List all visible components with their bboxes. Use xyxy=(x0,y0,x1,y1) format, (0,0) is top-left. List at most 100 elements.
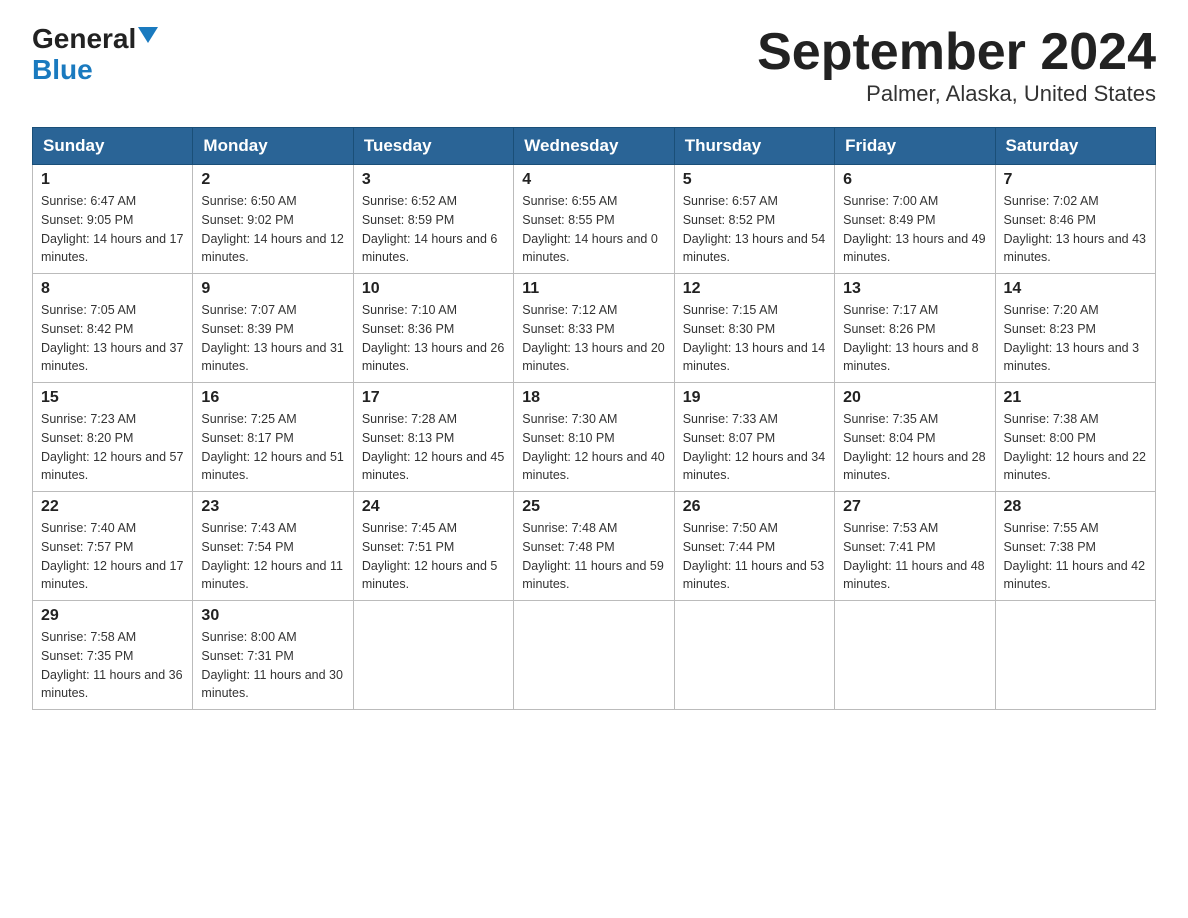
day-number: 24 xyxy=(362,498,505,516)
day-number: 3 xyxy=(362,171,505,189)
day-number: 20 xyxy=(843,389,986,407)
day-cell: 29 Sunrise: 7:58 AMSunset: 7:35 PMDayligh… xyxy=(33,601,193,710)
day-info: Sunrise: 7:38 AMSunset: 8:00 PMDaylight:… xyxy=(1004,410,1147,485)
day-info: Sunrise: 7:10 AMSunset: 8:36 PMDaylight:… xyxy=(362,301,505,376)
week-row-1: 1 Sunrise: 6:47 AMSunset: 9:05 PMDaylight… xyxy=(33,165,1156,274)
day-info: Sunrise: 7:35 AMSunset: 8:04 PMDaylight:… xyxy=(843,410,986,485)
title-area: September 2024 Palmer, Alaska, United St… xyxy=(757,24,1156,107)
day-info: Sunrise: 7:00 AMSunset: 8:49 PMDaylight:… xyxy=(843,192,986,267)
day-number: 15 xyxy=(41,389,184,407)
day-number: 22 xyxy=(41,498,184,516)
day-number: 19 xyxy=(683,389,826,407)
day-info: Sunrise: 7:28 AMSunset: 8:13 PMDaylight:… xyxy=(362,410,505,485)
day-cell xyxy=(514,601,674,710)
day-number: 1 xyxy=(41,171,184,189)
day-number: 23 xyxy=(201,498,344,516)
day-cell xyxy=(353,601,513,710)
calendar-table: SundayMondayTuesdayWednesdayThursdayFrid… xyxy=(32,127,1156,710)
day-cell: 9 Sunrise: 7:07 AMSunset: 8:39 PMDaylight… xyxy=(193,274,353,383)
day-cell: 25 Sunrise: 7:48 AMSunset: 7:48 PMDayligh… xyxy=(514,492,674,601)
day-cell xyxy=(995,601,1155,710)
day-number: 14 xyxy=(1004,280,1147,298)
day-number: 13 xyxy=(843,280,986,298)
day-number: 5 xyxy=(683,171,826,189)
day-cell: 30 Sunrise: 8:00 AMSunset: 7:31 PMDayligh… xyxy=(193,601,353,710)
day-number: 29 xyxy=(41,607,184,625)
day-info: Sunrise: 7:48 AMSunset: 7:48 PMDaylight:… xyxy=(522,519,665,594)
calendar-title: September 2024 xyxy=(757,24,1156,81)
day-cell: 26 Sunrise: 7:50 AMSunset: 7:44 PMDayligh… xyxy=(674,492,834,601)
day-info: Sunrise: 7:53 AMSunset: 7:41 PMDaylight:… xyxy=(843,519,986,594)
day-cell: 7Sunrise: 7:02 AMSunset: 8:46 PMDaylight… xyxy=(995,165,1155,274)
day-cell: 11 Sunrise: 7:12 AMSunset: 8:33 PMDayligh… xyxy=(514,274,674,383)
day-info: Sunrise: 7:43 AMSunset: 7:54 PMDaylight:… xyxy=(201,519,344,594)
day-info: Sunrise: 7:05 AMSunset: 8:42 PMDaylight:… xyxy=(41,301,184,376)
logo-general: General xyxy=(32,24,136,55)
day-cell xyxy=(835,601,995,710)
day-number: 2 xyxy=(201,171,344,189)
day-info: Sunrise: 7:02 AMSunset: 8:46 PMDaylight:… xyxy=(1004,192,1147,267)
day-number: 28 xyxy=(1004,498,1147,516)
day-info: Sunrise: 7:58 AMSunset: 7:35 PMDaylight:… xyxy=(41,628,184,703)
header-tuesday: Tuesday xyxy=(353,128,513,165)
day-cell: 17 Sunrise: 7:28 AMSunset: 8:13 PMDayligh… xyxy=(353,383,513,492)
day-info: Sunrise: 7:33 AMSunset: 8:07 PMDaylight:… xyxy=(683,410,826,485)
day-info: Sunrise: 7:12 AMSunset: 8:33 PMDaylight:… xyxy=(522,301,665,376)
day-cell xyxy=(674,601,834,710)
day-cell: 13 Sunrise: 7:17 AMSunset: 8:26 PMDayligh… xyxy=(835,274,995,383)
day-number: 10 xyxy=(362,280,505,298)
day-cell: 8 Sunrise: 7:05 AMSunset: 8:42 PMDaylight… xyxy=(33,274,193,383)
day-number: 6 xyxy=(843,171,986,189)
day-cell: 21Sunrise: 7:38 AMSunset: 8:00 PMDayligh… xyxy=(995,383,1155,492)
day-cell: 3 Sunrise: 6:52 AMSunset: 8:59 PMDaylight… xyxy=(353,165,513,274)
day-cell: 16 Sunrise: 7:25 AMSunset: 8:17 PMDayligh… xyxy=(193,383,353,492)
day-number: 26 xyxy=(683,498,826,516)
day-cell: 22Sunrise: 7:40 AMSunset: 7:57 PMDayligh… xyxy=(33,492,193,601)
day-cell: 27 Sunrise: 7:53 AMSunset: 7:41 PMDayligh… xyxy=(835,492,995,601)
page-header: General Blue September 2024 Palmer, Alas… xyxy=(32,24,1156,107)
day-number: 8 xyxy=(41,280,184,298)
day-info: Sunrise: 7:20 AMSunset: 8:23 PMDaylight:… xyxy=(1004,301,1147,376)
day-number: 16 xyxy=(201,389,344,407)
calendar-header-row: SundayMondayTuesdayWednesdayThursdayFrid… xyxy=(33,128,1156,165)
day-info: Sunrise: 8:00 AMSunset: 7:31 PMDaylight:… xyxy=(201,628,344,703)
day-number: 12 xyxy=(683,280,826,298)
day-info: Sunrise: 6:50 AMSunset: 9:02 PMDaylight:… xyxy=(201,192,344,267)
week-row-2: 8 Sunrise: 7:05 AMSunset: 8:42 PMDaylight… xyxy=(33,274,1156,383)
day-cell: 4 Sunrise: 6:55 AMSunset: 8:55 PMDaylight… xyxy=(514,165,674,274)
day-info: Sunrise: 6:55 AMSunset: 8:55 PMDaylight:… xyxy=(522,192,665,267)
day-number: 27 xyxy=(843,498,986,516)
header-thursday: Thursday xyxy=(674,128,834,165)
header-friday: Friday xyxy=(835,128,995,165)
day-info: Sunrise: 7:07 AMSunset: 8:39 PMDaylight:… xyxy=(201,301,344,376)
day-info: Sunrise: 6:47 AMSunset: 9:05 PMDaylight:… xyxy=(41,192,184,267)
day-info: Sunrise: 6:57 AMSunset: 8:52 PMDaylight:… xyxy=(683,192,826,267)
calendar-subtitle: Palmer, Alaska, United States xyxy=(757,81,1156,107)
day-info: Sunrise: 7:25 AMSunset: 8:17 PMDaylight:… xyxy=(201,410,344,485)
day-info: Sunrise: 7:15 AMSunset: 8:30 PMDaylight:… xyxy=(683,301,826,376)
day-number: 11 xyxy=(522,280,665,298)
day-number: 25 xyxy=(522,498,665,516)
day-cell: 18Sunrise: 7:30 AMSunset: 8:10 PMDayligh… xyxy=(514,383,674,492)
day-cell: 24Sunrise: 7:45 AMSunset: 7:51 PMDayligh… xyxy=(353,492,513,601)
day-info: Sunrise: 7:50 AMSunset: 7:44 PMDaylight:… xyxy=(683,519,826,594)
day-number: 4 xyxy=(522,171,665,189)
day-info: Sunrise: 7:17 AMSunset: 8:26 PMDaylight:… xyxy=(843,301,986,376)
day-cell: 20 Sunrise: 7:35 AMSunset: 8:04 PMDayligh… xyxy=(835,383,995,492)
day-cell: 2 Sunrise: 6:50 AMSunset: 9:02 PMDaylight… xyxy=(193,165,353,274)
day-number: 17 xyxy=(362,389,505,407)
day-cell: 6 Sunrise: 7:00 AMSunset: 8:49 PMDaylight… xyxy=(835,165,995,274)
day-info: Sunrise: 6:52 AMSunset: 8:59 PMDaylight:… xyxy=(362,192,505,267)
day-cell: 14 Sunrise: 7:20 AMSunset: 8:23 PMDayligh… xyxy=(995,274,1155,383)
week-row-5: 29 Sunrise: 7:58 AMSunset: 7:35 PMDayligh… xyxy=(33,601,1156,710)
day-info: Sunrise: 7:55 AMSunset: 7:38 PMDaylight:… xyxy=(1004,519,1147,594)
logo-triangle-icon xyxy=(138,27,158,43)
logo-blue: Blue xyxy=(32,55,93,86)
day-cell: 5 Sunrise: 6:57 AMSunset: 8:52 PMDaylight… xyxy=(674,165,834,274)
day-cell: 19 Sunrise: 7:33 AMSunset: 8:07 PMDayligh… xyxy=(674,383,834,492)
day-number: 30 xyxy=(201,607,344,625)
day-number: 9 xyxy=(201,280,344,298)
header-sunday: Sunday xyxy=(33,128,193,165)
day-cell: 12 Sunrise: 7:15 AMSunset: 8:30 PMDayligh… xyxy=(674,274,834,383)
header-saturday: Saturday xyxy=(995,128,1155,165)
